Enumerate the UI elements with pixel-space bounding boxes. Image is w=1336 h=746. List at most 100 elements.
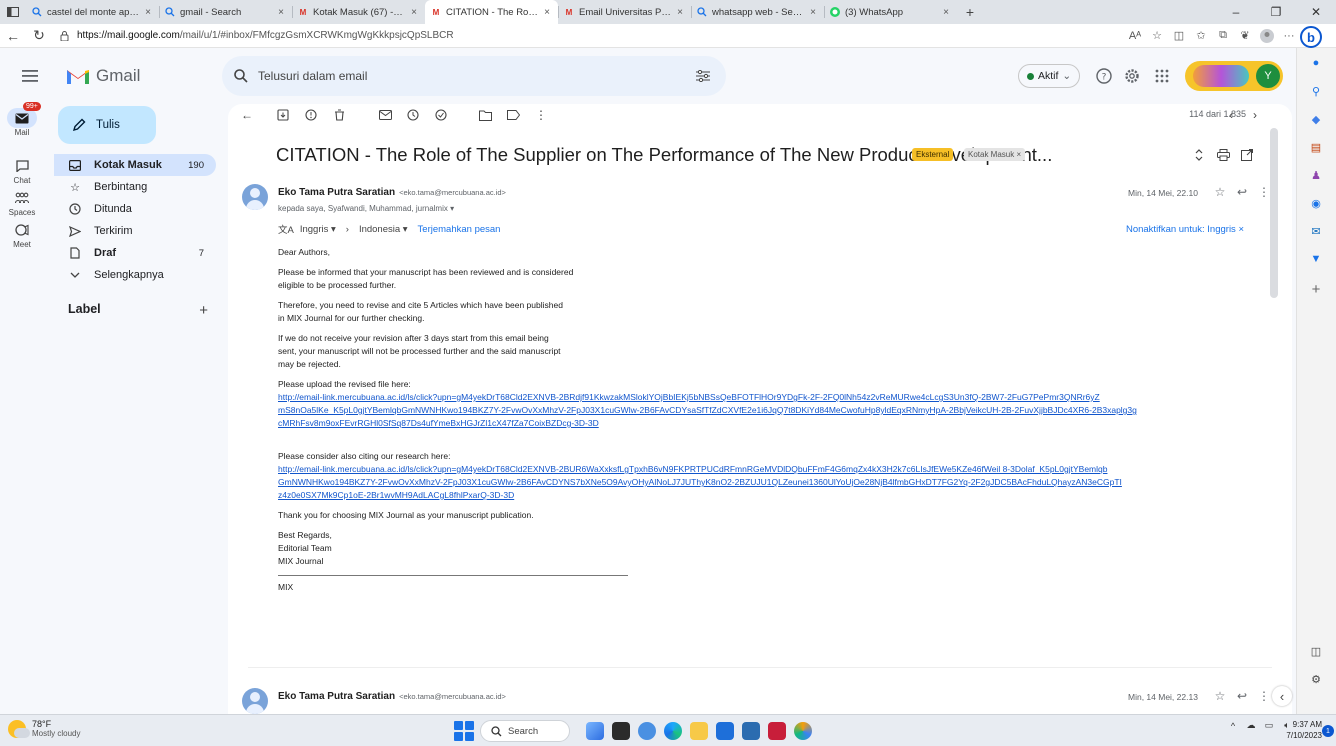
gear-icon[interactable]: ⚙ (1307, 670, 1325, 688)
star-icon[interactable]: ☆ (1212, 688, 1228, 704)
search-options-icon[interactable] (696, 70, 710, 82)
older-chevron-icon[interactable]: › (1244, 104, 1266, 126)
compose-button[interactable]: Tulis (58, 106, 156, 144)
back-to-inbox-icon[interactable]: ← (236, 104, 258, 126)
nav-item-sent[interactable]: Terkirim (54, 220, 216, 242)
target-language-select[interactable]: Indonesia ▾ (359, 224, 408, 235)
print-icon[interactable] (1214, 146, 1232, 164)
task-view-icon[interactable] (612, 722, 630, 740)
games-icon[interactable]: ♟ (1307, 166, 1325, 184)
tab-actions-icon[interactable] (0, 0, 26, 24)
reply-icon[interactable]: ↩ (1234, 688, 1250, 704)
nav-item-inbox[interactable]: Kotak Masuk 190 (54, 154, 216, 176)
mark-unread-icon[interactable] (374, 104, 396, 126)
move-to-folder-icon[interactable] (474, 104, 496, 126)
tab-close-icon[interactable]: × (276, 7, 286, 18)
chevron-up-icon[interactable]: ^ (1224, 721, 1242, 731)
source-language-select[interactable]: Inggris ▾ (300, 224, 336, 235)
search-icon[interactable] (234, 69, 248, 83)
close-window-icon[interactable]: ✕ (1296, 0, 1336, 24)
photos-icon[interactable] (794, 722, 812, 740)
back-arrow-icon[interactable]: ← (0, 24, 26, 48)
address-bar[interactable]: https://mail.google.com/mail/u/1/#inbox/… (52, 26, 1052, 46)
taskbar-clock[interactable]: 9:37 AM 7/10/2023 (1286, 719, 1322, 741)
newer-chevron-icon[interactable]: ‹ (1220, 104, 1242, 126)
minimize-icon[interactable]: – (1216, 0, 1256, 24)
mcafee-icon[interactable] (768, 722, 786, 740)
tab-close-icon[interactable]: × (542, 7, 552, 18)
more-options-icon[interactable]: ⋮ (530, 104, 552, 126)
tab-close-icon[interactable]: × (808, 7, 818, 18)
nav-item-snoozed[interactable]: Ditunda (54, 198, 216, 220)
restore-icon[interactable]: ❐ (1256, 0, 1296, 24)
weather-widget[interactable]: 78°F Mostly cloudy (8, 719, 80, 739)
profile-icon[interactable] (1256, 25, 1278, 47)
favorite-star-icon[interactable]: ☆ (1146, 25, 1168, 47)
open-new-window-icon[interactable] (1238, 146, 1256, 164)
sidebar-layout-icon[interactable]: ◫ (1307, 642, 1325, 660)
status-selector[interactable]: Aktif ⌄ (1018, 64, 1081, 88)
label-tag-icon[interactable] (502, 104, 524, 126)
search-input[interactable] (258, 69, 678, 83)
rail-item-meet[interactable]: Meet (0, 220, 44, 249)
bell-icon[interactable]: ● (1307, 54, 1325, 72)
notification-badge[interactable]: 1 (1322, 725, 1334, 737)
cloud-icon[interactable]: ☁ (1242, 720, 1260, 731)
sender-line[interactable]: Eko Tama Putra Saratian <eko.tama@mercubu… (278, 691, 506, 702)
new-tab-button[interactable]: + (957, 0, 983, 24)
scrollbar-thumb[interactable] (1270, 128, 1278, 298)
apps-grid-icon[interactable] (1152, 66, 1172, 86)
snooze-clock-icon[interactable] (402, 104, 424, 126)
browser-tab[interactable]: M Email Universitas Putra Indonesi × (558, 0, 691, 24)
chat-app-icon[interactable] (638, 722, 656, 740)
help-icon[interactable]: ? (1094, 66, 1114, 86)
upload-link[interactable]: http://email-link.mercubuana.ac.id/ls/cl… (278, 391, 1238, 430)
add-label-icon[interactable]: + (199, 302, 208, 319)
widget-app-icon[interactable] (586, 722, 604, 740)
tag-icon[interactable]: ◆ (1307, 110, 1325, 128)
main-menu-icon[interactable] (22, 70, 44, 82)
browser-tab[interactable]: castel del monte apulia italy - Se × (26, 0, 159, 24)
tab-close-icon[interactable]: × (941, 7, 951, 18)
rail-item-chat[interactable]: Chat (0, 156, 44, 185)
browser-tab[interactable]: (3) WhatsApp × (824, 0, 957, 24)
app-icon[interactable] (742, 722, 760, 740)
refresh-icon[interactable]: ↻ (26, 24, 52, 48)
report-spam-icon[interactable] (300, 104, 322, 126)
split-screen-icon[interactable]: ◫ (1168, 25, 1190, 47)
office-icon[interactable]: ◉ (1307, 194, 1325, 212)
account-button[interactable]: Y (1185, 61, 1283, 91)
store-icon[interactable] (716, 722, 734, 740)
expand-all-icon[interactable] (1190, 146, 1208, 164)
star-icon[interactable]: ☆ (1212, 184, 1228, 200)
reply-icon[interactable]: ↩ (1234, 184, 1250, 200)
display-icon[interactable]: ▭ (1260, 720, 1278, 731)
recipients-toggle[interactable]: kepada saya, Syafwandi, Muhammad, jurnal… (278, 204, 454, 213)
edge-browser-icon[interactable] (664, 722, 682, 740)
nav-item-drafts[interactable]: Draf 7 (54, 242, 216, 264)
file-explorer-icon[interactable] (690, 722, 708, 740)
browser-tab[interactable]: whatsapp web - Search × (691, 0, 824, 24)
taskbar-search[interactable]: Search (480, 720, 570, 742)
sender-avatar[interactable] (242, 688, 268, 714)
hide-side-panel-chevron-icon[interactable]: ‹ (1272, 686, 1292, 706)
shopping-icon[interactable]: ▤ (1307, 138, 1325, 156)
browser-tab-active[interactable]: M CITATION - The Role of The Supp × (425, 0, 558, 24)
read-aloud-icon[interactable]: Aᴬ (1124, 25, 1146, 47)
disable-translation-link[interactable]: Nonaktifkan untuk: Inggris × (1126, 224, 1244, 235)
windows-start-icon[interactable] (454, 721, 474, 741)
more-options-icon[interactable]: ⋮ (1256, 688, 1272, 704)
translate-message-link[interactable]: Terjemahkan pesan (418, 224, 501, 235)
search-icon[interactable]: ⚲ (1307, 82, 1325, 100)
tab-close-icon[interactable]: × (409, 7, 419, 18)
archive-icon[interactable] (272, 104, 294, 126)
delete-icon[interactable] (328, 104, 350, 126)
mail-search-bar[interactable] (222, 56, 726, 96)
add-sidebar-app-icon[interactable]: + (1307, 280, 1325, 298)
outlook-icon[interactable]: ✉ (1307, 222, 1325, 240)
tab-close-icon[interactable]: × (675, 7, 685, 18)
sender-name[interactable]: Eko Tama Putra Saratian (278, 187, 395, 198)
rail-item-spaces[interactable]: Spaces (0, 188, 44, 217)
extension-icon[interactable]: ❦ (1234, 25, 1256, 47)
citation-link[interactable]: http://email-link.mercubuana.ac.id/ls/cl… (278, 463, 1238, 502)
